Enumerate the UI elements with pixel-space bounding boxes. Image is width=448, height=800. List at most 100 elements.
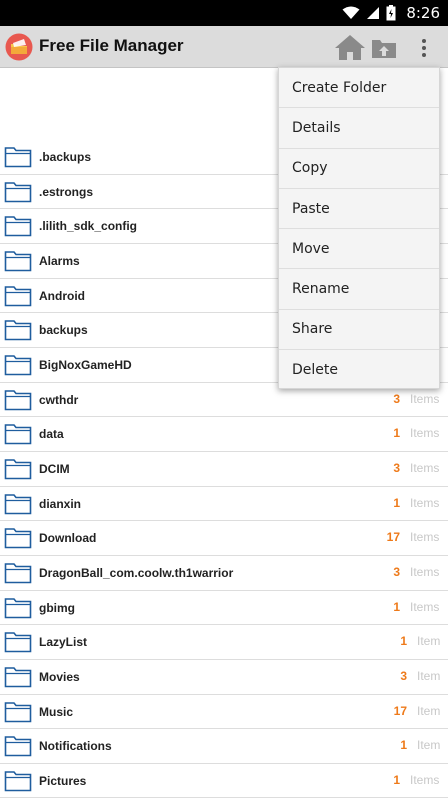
file-name: Movies <box>39 669 80 684</box>
menu-item-details[interactable]: Details <box>279 108 439 149</box>
file-row[interactable]: DCIM 3 Items <box>0 451 448 487</box>
item-count: 3 Items <box>393 565 448 579</box>
menu-item-rename[interactable]: Rename <box>279 269 439 310</box>
app-title: Free File Manager <box>39 36 184 55</box>
file-name: .lilith_sdk_config <box>39 219 138 234</box>
menu-item-copy[interactable]: Copy <box>279 149 439 189</box>
file-name: Alarms <box>39 253 80 268</box>
item-count: 3 Items <box>393 392 448 406</box>
file-name: .backups <box>39 150 92 164</box>
file-row[interactable]: Music 17 Item <box>0 694 448 730</box>
folder-icon <box>4 320 32 341</box>
file-row[interactable]: Notifications 1 Item <box>0 729 448 764</box>
item-count-number: 3 <box>393 564 400 579</box>
item-count: 1 Items <box>393 773 448 787</box>
file-name: LazyList <box>39 635 88 650</box>
item-count-unit: Items <box>410 391 440 406</box>
status-bar: 8:26 <box>0 0 448 26</box>
file-name: Android <box>39 288 85 303</box>
folder-icon <box>4 216 32 237</box>
item-count-number: 17 <box>393 703 407 718</box>
item-count-number: 3 <box>400 668 407 683</box>
file-row[interactable]: LazyList 1 Item <box>0 625 448 660</box>
cell-signal-icon <box>367 7 380 19</box>
file-name: BigNoxGameHD <box>39 357 132 372</box>
battery-icon <box>386 5 396 21</box>
item-count-number: 1 <box>393 426 400 441</box>
overflow-dot <box>422 53 426 57</box>
overflow-popup-menu: Create Folder Details Copy Paste Move Re… <box>278 67 440 389</box>
folder-icon <box>4 701 32 722</box>
folder-icon <box>4 667 32 688</box>
app-logo-icon <box>5 33 33 61</box>
item-count-unit: Item <box>417 634 441 649</box>
file-name: Music <box>39 704 74 719</box>
status-time: 8:26 <box>406 4 440 22</box>
item-count: 1 Item <box>400 738 448 752</box>
file-row[interactable]: Movies 3 Item <box>0 659 448 695</box>
file-name: data <box>39 427 64 442</box>
item-count-number: 1 <box>400 738 407 753</box>
item-count: 1 Items <box>393 496 448 510</box>
file-name: dianxin <box>39 496 82 511</box>
item-count-unit: Items <box>410 564 440 579</box>
folder-icon <box>4 251 32 272</box>
item-count: 3 Items <box>393 461 448 475</box>
item-count-number: 1 <box>393 495 400 510</box>
folder-icon <box>4 424 32 445</box>
file-name: Pictures <box>39 773 87 788</box>
folder-icon <box>4 181 32 202</box>
folder-icon <box>4 771 32 792</box>
item-count: 17 Items <box>387 530 448 544</box>
item-count-number: 3 <box>393 460 400 475</box>
menu-item-move[interactable]: Move <box>279 229 439 270</box>
item-count-unit: Item <box>417 738 441 753</box>
item-count: 1 Item <box>400 634 448 648</box>
folder-icon <box>4 147 32 168</box>
file-row[interactable]: data 1 Items <box>0 417 448 452</box>
item-count-unit: Items <box>410 772 440 787</box>
folder-icon <box>4 632 32 653</box>
file-name: gbimg <box>39 600 75 615</box>
folder-icon <box>4 389 32 410</box>
menu-item-delete[interactable]: Delete <box>279 350 439 390</box>
item-count: 3 Item <box>400 669 448 683</box>
item-count-number: 17 <box>386 530 400 545</box>
item-count-unit: Items <box>410 599 440 614</box>
overflow-dot <box>422 46 426 50</box>
item-count-number: 3 <box>393 391 400 406</box>
file-row[interactable]: gbimg 1 Items <box>0 590 448 626</box>
item-count-number: 1 <box>400 634 407 649</box>
folder-icon <box>4 493 32 514</box>
item-count-unit: Item <box>417 668 441 683</box>
item-count: 17 Item <box>394 704 448 718</box>
item-count-unit: Items <box>410 460 440 475</box>
item-count-unit: Item <box>417 703 441 718</box>
file-name: Download <box>39 531 97 546</box>
folder-up-icon[interactable] <box>370 34 398 60</box>
app-bar: Free File Manager <box>0 26 448 68</box>
file-name: backups <box>39 323 88 338</box>
folder-icon <box>4 459 32 480</box>
file-row[interactable]: dianxin 1 Items <box>0 486 448 522</box>
folder-icon <box>4 355 32 376</box>
menu-item-create-folder[interactable]: Create Folder <box>279 68 439 109</box>
home-icon[interactable] <box>334 32 366 62</box>
file-name: Notifications <box>39 739 112 754</box>
overflow-dot <box>422 39 426 43</box>
item-count-number: 1 <box>393 772 400 787</box>
wifi-icon <box>342 6 360 19</box>
file-name: cwthdr <box>39 392 79 407</box>
item-count: 1 Items <box>393 600 448 614</box>
file-row[interactable]: DragonBall_com.coolw.th1warrior 3 Items <box>0 555 448 591</box>
item-count: 1 Items <box>393 426 448 440</box>
menu-item-share[interactable]: Share <box>279 310 439 351</box>
file-row[interactable]: Pictures 1 Items <box>0 763 448 799</box>
status-icons: 8:26 <box>342 0 440 26</box>
folder-icon <box>4 528 32 549</box>
folder-icon <box>4 563 32 584</box>
folder-icon <box>4 285 32 306</box>
overflow-menu-icon[interactable] <box>414 34 434 62</box>
file-row[interactable]: Download 17 Items <box>0 521 448 556</box>
menu-item-paste[interactable]: Paste <box>279 189 439 230</box>
